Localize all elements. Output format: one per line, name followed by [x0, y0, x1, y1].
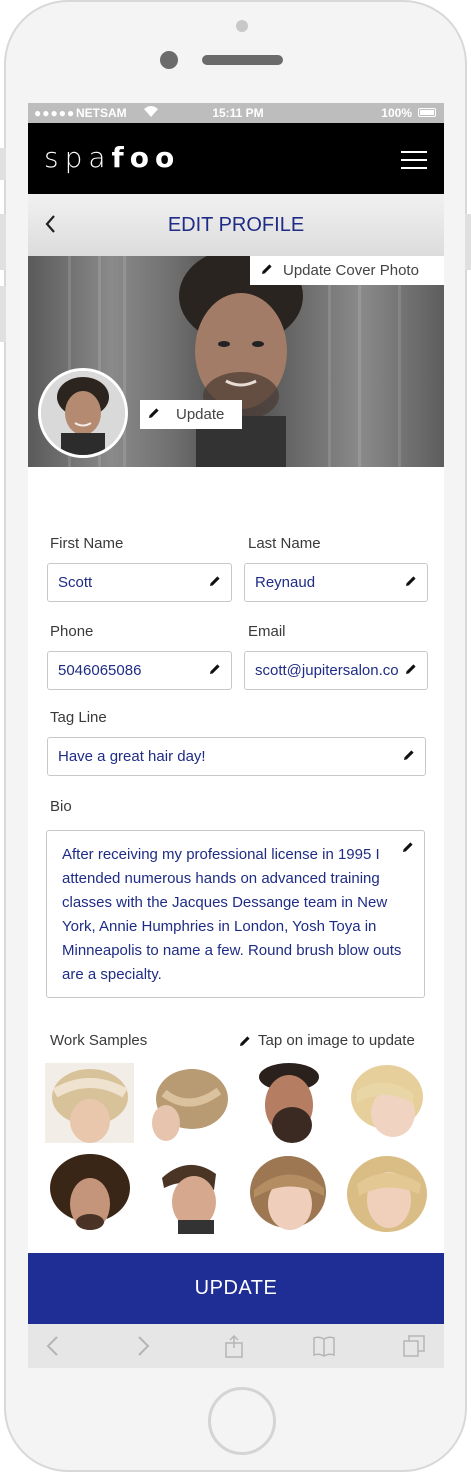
back-chevron-icon[interactable] [44, 210, 64, 238]
last-name-value: Reynaud [255, 574, 316, 591]
work-samples-label: Work Samples [50, 1032, 148, 1049]
spafoo-logo[interactable]: spafoo [44, 141, 180, 174]
pencil-icon [210, 576, 220, 586]
work-sample-curly-man[interactable] [45, 1154, 134, 1234]
tag-line-value: Have a great hair day! [58, 748, 206, 765]
battery-percent: 100% [381, 106, 412, 120]
tabs-icon[interactable] [402, 1334, 426, 1358]
email-label: Email [248, 623, 286, 640]
battery-icon [418, 108, 436, 117]
work-sample-brown-bob[interactable] [244, 1154, 333, 1234]
pencil-icon [210, 664, 220, 674]
logo-light: spa [44, 141, 112, 174]
status-time: 15:11 PM [212, 106, 264, 120]
volume-down-button [0, 286, 6, 342]
front-camera [160, 51, 178, 69]
carrier-name: NETSAM [76, 106, 127, 120]
email-value: scott@jupitersalon.com [255, 662, 399, 679]
bookmarks-icon[interactable] [312, 1334, 336, 1358]
bio-label: Bio [50, 798, 72, 815]
mute-switch [0, 148, 6, 180]
page-title: EDIT PROFILE [167, 214, 305, 236]
signal-strength: ●●●●● [34, 106, 76, 120]
cover-portrait-image [179, 256, 303, 467]
pencil-icon [404, 750, 414, 760]
phone-value: 5046065086 [58, 662, 142, 679]
work-sample-bearded-man[interactable] [244, 1063, 333, 1143]
update-avatar-button[interactable]: Update [140, 400, 242, 429]
pencil-icon [262, 264, 272, 274]
phone-field[interactable]: 5046065086 [47, 651, 232, 690]
work-samples-hint-label: Tap on image to update [258, 1032, 415, 1049]
profile-avatar[interactable] [38, 368, 128, 458]
work-sample-blonde-layers[interactable] [343, 1154, 432, 1234]
share-icon[interactable] [222, 1334, 246, 1358]
work-sample-blonde-bob[interactable] [343, 1063, 432, 1143]
forward-arrow-icon[interactable] [130, 1334, 154, 1358]
bio-textarea[interactable]: After receiving my professional license … [46, 830, 425, 998]
email-field[interactable]: scott@jupitersalon.com [244, 651, 428, 690]
back-arrow-icon[interactable] [42, 1334, 66, 1358]
last-name-label: Last Name [248, 535, 321, 552]
earpiece-speaker [202, 55, 283, 65]
work-sample-pompadour-man[interactable] [144, 1154, 233, 1234]
tag-line-label: Tag Line [50, 709, 107, 726]
page-header: EDIT PROFILE [28, 194, 444, 256]
volume-up-button [0, 214, 6, 270]
phone-label: Phone [50, 623, 94, 640]
power-button [465, 214, 471, 270]
pencil-icon [406, 664, 416, 674]
update-cover-photo-label: Update Cover Photo [283, 262, 419, 279]
proximity-sensor [236, 20, 248, 32]
screen: ●●●●● NETSAM 15:11 PM 100% spafoo EDIT P… [28, 103, 444, 1368]
last-name-field[interactable]: Reynaud [244, 563, 428, 602]
bio-value: After receiving my professional license … [62, 846, 402, 983]
work-sample-braided-updo[interactable] [45, 1063, 134, 1143]
home-button[interactable] [208, 1387, 276, 1455]
pencil-icon [149, 408, 159, 418]
tag-line-field[interactable]: Have a great hair day! [47, 737, 426, 776]
work-sample-blonde-updo[interactable] [144, 1063, 233, 1143]
update-cover-photo-button[interactable]: Update Cover Photo [250, 256, 444, 285]
first-name-label: First Name [50, 535, 124, 552]
work-samples-hint: Tap on image to update [239, 1032, 415, 1049]
wifi-icon [143, 104, 159, 121]
status-bar: ●●●●● NETSAM 15:11 PM 100% [28, 103, 444, 123]
update-avatar-label: Update [176, 406, 225, 423]
hamburger-menu-icon[interactable] [401, 151, 427, 169]
pencil-icon [240, 1036, 250, 1046]
pencil-icon [406, 576, 416, 586]
browser-toolbar [28, 1324, 444, 1368]
first-name-field[interactable]: Scott [47, 563, 232, 602]
app-navbar: spafoo [28, 123, 444, 194]
pencil-icon [403, 842, 413, 852]
update-button[interactable]: UPDATE [28, 1253, 444, 1324]
first-name-value: Scott [58, 574, 93, 591]
logo-bold: foo [111, 141, 181, 174]
